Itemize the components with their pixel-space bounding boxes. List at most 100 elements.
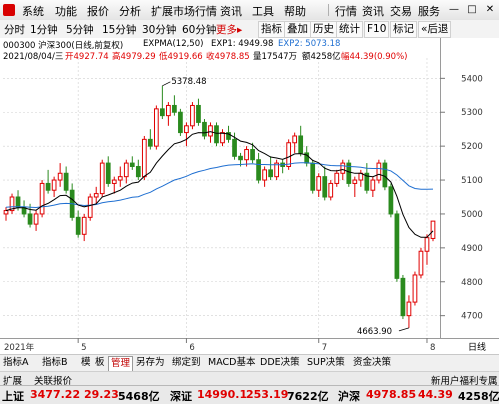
tab-template[interactable]: 模 [79, 356, 93, 370]
sh-index-label: 上证 [2, 390, 24, 403]
candle-body [99, 162, 105, 195]
tab-indicator-b[interactable]: 指标B [40, 356, 70, 370]
candle-body [214, 125, 219, 144]
candle-body [388, 186, 394, 215]
candle-body [238, 155, 243, 161]
tab-dde-decision[interactable]: DDE决策 [258, 356, 302, 370]
sub-toolbar: 扩展 关联报价 新用户福利专属 [0, 371, 499, 387]
statistics-button[interactable]: 统计 [336, 21, 363, 38]
period-15min[interactable]: 15分钟 [102, 22, 136, 37]
candle-body [178, 111, 183, 134]
sz-index-amount: 7622亿 [287, 390, 329, 403]
date-axis-label: 8 [430, 343, 435, 353]
period-60min[interactable]: 60分钟 [182, 22, 216, 37]
candle-body [87, 196, 93, 218]
minimize-icon[interactable]: — [444, 2, 464, 17]
tab-bind-to[interactable]: 绑定到 [170, 356, 203, 370]
candle-body [63, 172, 69, 191]
candle-body [298, 135, 304, 154]
tab-indicator-a[interactable]: 指标A [1, 356, 31, 370]
period-intraday[interactable]: 分时 [4, 22, 25, 37]
candle-body [370, 179, 376, 191]
price-axis-label: 5200 [461, 142, 483, 152]
candle-body [172, 104, 177, 113]
menu-item-news[interactable]: 资讯 [220, 3, 242, 19]
tab-manage[interactable]: 管理 [108, 356, 134, 371]
period-toolbar: 分时 1分钟 5分钟 15分钟 30分钟 60分钟 更多▸ 指标 叠加 历史 统… [0, 20, 499, 39]
candle-body [15, 196, 21, 208]
kline-chart[interactable]: 5378.48 4663.90 5400 5300 5200 5100 5000 4900 4… [0, 38, 499, 353]
header-button-service[interactable]: 服务 [418, 3, 440, 19]
period-5min[interactable]: 5分钟 [66, 22, 94, 37]
candle-body [220, 132, 225, 144]
price-axis-label: 4900 [461, 244, 483, 254]
more-periods-button[interactable]: 更多▸ [216, 22, 242, 37]
info-low: 低4919.66 [159, 52, 203, 62]
menu-bar: 系统 功能 报价 分析 扩展市场行情 资讯 工具 帮助 行情 资讯 交易 服务 … [0, 0, 499, 21]
low-annotation: 4663.90 [357, 327, 392, 337]
candle-body [328, 182, 334, 198]
price-axis-label: 5100 [461, 176, 483, 186]
mark-button[interactable]: 标记 [390, 21, 417, 38]
candle-body [262, 169, 267, 181]
candle-body [129, 162, 135, 167]
overlay-button[interactable]: 叠加 [284, 21, 311, 38]
more-arrow-icon: ▸ [237, 24, 243, 36]
hs-index-change: 44.39 [418, 388, 453, 401]
more-periods-label: 更多 [216, 24, 237, 36]
menu-item-function[interactable]: 功能 [55, 3, 77, 19]
candle-body [184, 125, 189, 134]
f10-button[interactable]: F10 [364, 21, 390, 38]
price-axis-label: 5300 [461, 108, 483, 118]
period-1min[interactable]: 1分钟 [30, 22, 58, 37]
candle-body [105, 162, 111, 184]
candle-body [45, 182, 51, 191]
sh-index-amount: 5468亿 [118, 390, 160, 403]
tab-macd-basic[interactable]: MACD基本 [206, 356, 257, 370]
candle-body [334, 172, 340, 184]
menu-item-tools[interactable]: 工具 [252, 3, 274, 19]
info-open: 开4927.74 [65, 52, 109, 62]
candle-body [141, 138, 147, 178]
candle-body [166, 104, 171, 117]
menu-item-help[interactable]: 帮助 [284, 3, 306, 19]
tab-sup-decision[interactable]: SUP决策 [305, 356, 347, 370]
candle-body [202, 121, 207, 137]
header-button-news[interactable]: 资讯 [362, 3, 384, 19]
close-icon[interactable]: ✕ [480, 2, 499, 17]
header-button-trade[interactable]: 交易 [390, 3, 412, 19]
tab-board[interactable]: 板 [93, 356, 107, 370]
back-button[interactable]: «后退 [418, 21, 452, 38]
candle-body [286, 142, 292, 167]
app-logo-icon [3, 4, 15, 16]
price-axis-label: 5400 [461, 74, 483, 84]
menu-item-quotes[interactable]: 报价 [87, 3, 109, 19]
header-button-quotes[interactable]: 行情 [335, 3, 357, 19]
restore-icon[interactable]: □ [462, 2, 482, 17]
candle-body [268, 169, 273, 178]
exp1-value: EXP1: 4949.98 [211, 39, 274, 49]
menu-item-analysis[interactable]: 分析 [119, 3, 141, 19]
date-axis-label: 7 [322, 343, 327, 353]
candle-body [316, 176, 322, 191]
candle-body [27, 213, 33, 225]
history-button[interactable]: 历史 [310, 21, 337, 38]
tab-fund-decision[interactable]: 资金决策 [351, 356, 393, 370]
kline-chart-svg: 5378.48 4663.90 5400 5300 5200 5100 5000 4900 4… [0, 38, 499, 353]
candle-body [117, 176, 123, 181]
candle-body [400, 277, 406, 317]
tab-save-as[interactable]: 另存为 [134, 356, 167, 370]
indicator-tab-bar: 指标A 指标B 模 板 管理 另存为 绑定到 MACD基本 DDE决策 SUP决… [0, 354, 499, 371]
candle-body [430, 220, 436, 239]
period-30min[interactable]: 30分钟 [142, 22, 176, 37]
candle-body [394, 213, 400, 279]
index-status-bar: 上证 3477.22 29.23 5468亿 深证 14990.1 253.19… [0, 385, 499, 404]
indicator-button[interactable]: 指标 [258, 21, 285, 38]
candle-body [406, 301, 412, 317]
menu-item-system[interactable]: 系统 [22, 3, 44, 19]
candle-body [51, 179, 57, 191]
sz-index-value: 14990.1 [197, 388, 248, 401]
period-label: 日线 [468, 341, 486, 353]
menu-item-extended-market[interactable]: 扩展市场行情 [151, 3, 217, 19]
candle-body [81, 216, 87, 235]
